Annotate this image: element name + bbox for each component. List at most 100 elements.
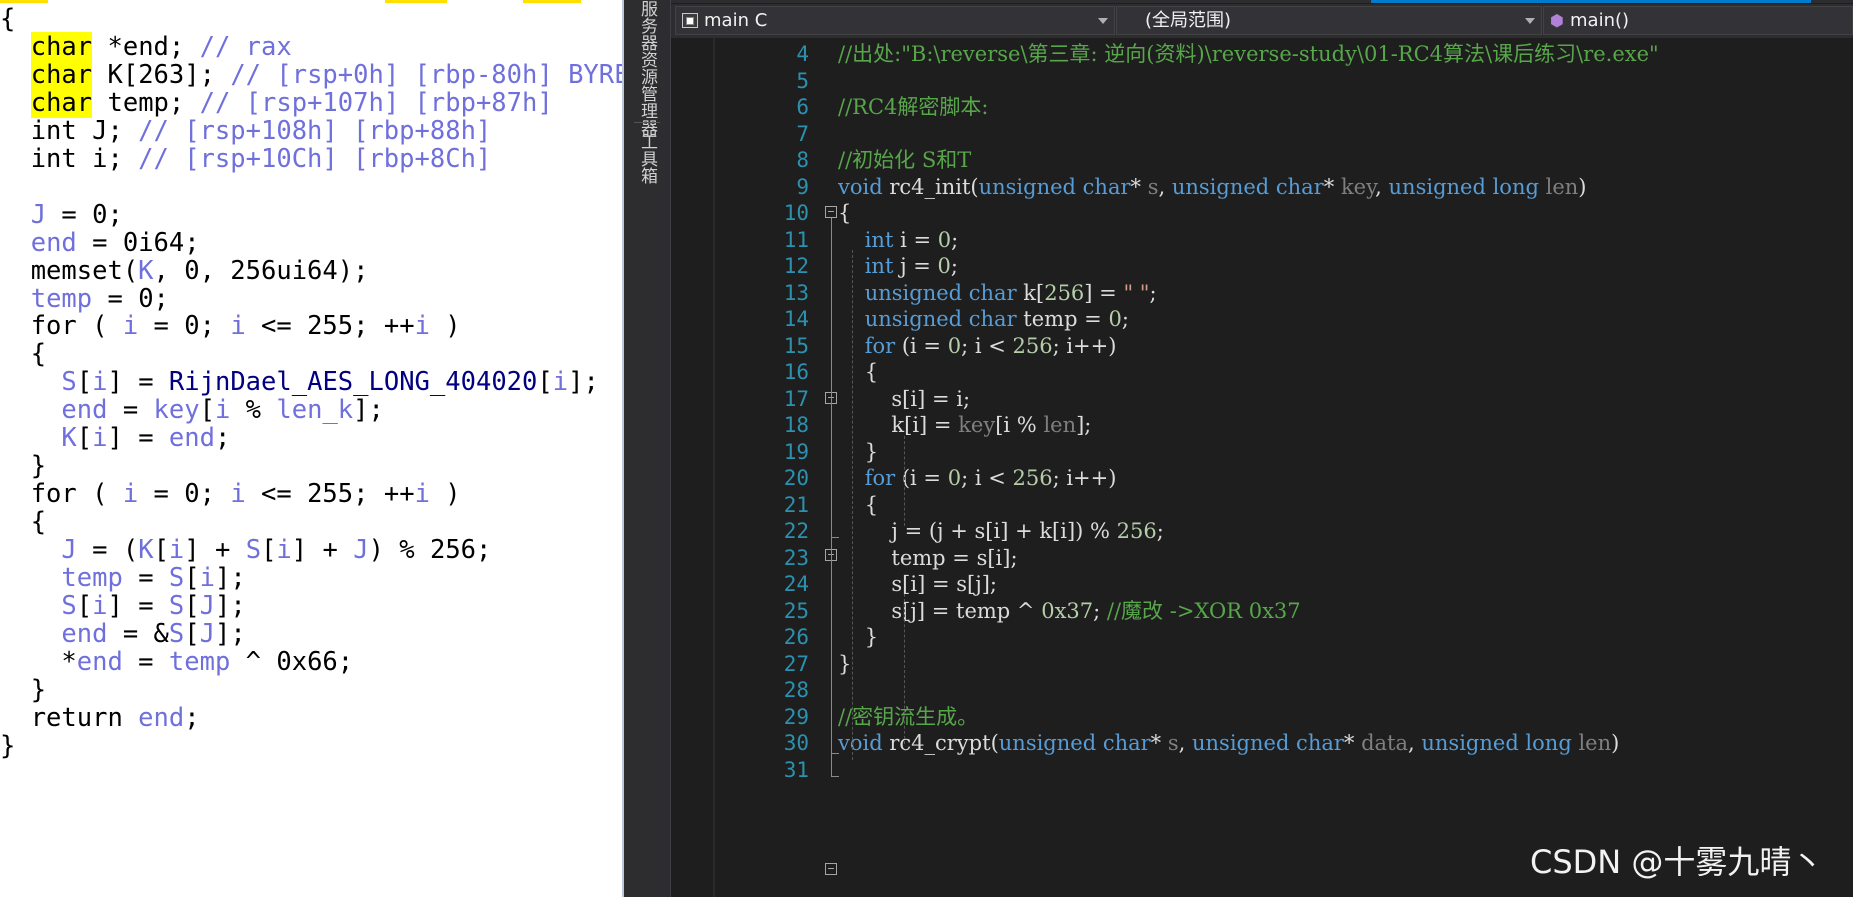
- code-token: ;: [1149, 280, 1157, 305]
- code-token: unsigned long: [1388, 174, 1539, 199]
- code-token: {: [0, 507, 47, 538]
- code-token: len_k: [276, 395, 354, 426]
- code-token: key: [958, 413, 996, 437]
- collapse-icon[interactable]: [825, 863, 837, 875]
- code-token: %: [230, 395, 277, 426]
- code-token: char: [30, 87, 93, 118]
- code-token: 0: [1108, 307, 1122, 331]
- line-number: 16: [783, 360, 809, 384]
- code-token: len: [1043, 413, 1077, 437]
- scope-dropdown[interactable]: (全局范围): [1116, 6, 1542, 35]
- code-token: memset(: [0, 255, 139, 286]
- code-token: 256: [1012, 333, 1053, 358]
- vs-code-editor[interactable]: main C (全局范围) ⬢ main() 4 //出处:"B:\reverse…: [671, 0, 1853, 897]
- code-token: data: [1361, 731, 1409, 755]
- code-token: unsigned char: [978, 174, 1131, 199]
- code-token: K: [138, 535, 154, 566]
- code-token: temp;: [92, 87, 200, 118]
- code-token: //初始化 S和T: [838, 148, 972, 172]
- code-token: }: [0, 451, 47, 482]
- line-number: 23: [783, 545, 809, 570]
- code-token: 256: [1044, 280, 1085, 305]
- code-token: ; i <: [961, 333, 1013, 358]
- code-token: ) % 256;: [368, 535, 492, 566]
- method-cube-icon: ⬢: [1550, 11, 1564, 30]
- code-token: j = (j + s[i] + k[i]) %: [838, 519, 1117, 543]
- code-token: temp: [168, 646, 231, 677]
- server-explorer-tab[interactable]: 服务器资源管理器: [636, 0, 658, 136]
- code-token: // [rsp+0h] [rbp-80h] BYREF: [230, 59, 624, 90]
- code-token: ; i++): [1052, 466, 1117, 490]
- code-token: key: [153, 395, 200, 426]
- code-token: RijnDael_AES_LONG_404020: [168, 367, 538, 398]
- code-token: i: [414, 479, 430, 510]
- code-token: }: [0, 674, 47, 705]
- collapse-icon[interactable]: [825, 206, 837, 218]
- code-token: i: [230, 479, 246, 510]
- line-number: 29: [783, 704, 809, 729]
- code-token: ] +: [291, 535, 354, 566]
- code-token: ];: [1076, 413, 1092, 437]
- ida-code-line: return end;: [0, 702, 200, 735]
- project-dropdown[interactable]: main C: [675, 6, 1115, 35]
- code-line: for (i = 0; i < 256; i++): [838, 464, 1117, 492]
- member-dropdown[interactable]: ⬢ main(): [1543, 6, 1853, 35]
- code-token: 0: [937, 254, 951, 278]
- code-token: = 0;: [92, 283, 169, 314]
- line-number: 19: [783, 439, 809, 464]
- line-number: 17: [783, 386, 809, 411]
- code-token: ; i <: [961, 466, 1013, 490]
- code-token: i: [122, 311, 139, 342]
- fold-region-line: [831, 561, 832, 753]
- code-token: unsigned long: [1421, 731, 1572, 755]
- code-token: // [rsp+108h] [rbp+88h]: [138, 115, 492, 146]
- line-number: 25: [783, 598, 809, 623]
- code-line: for (i = 0; i < 256; i++): [838, 332, 1117, 360]
- code-token: ): [1578, 174, 1587, 199]
- code-token: i: [230, 311, 246, 342]
- line-number: 15: [783, 333, 809, 358]
- code-token: S: [61, 590, 77, 621]
- code-line: s[i] = s[j];: [838, 570, 997, 598]
- line-number: 9: [796, 174, 809, 199]
- line-number: 14: [783, 307, 809, 331]
- code-line: unsigned char k[256] = " ";: [838, 279, 1157, 307]
- code-line: //RC4解密脚本:: [838, 93, 988, 121]
- toolbox-tab[interactable]: 工具箱: [636, 133, 658, 184]
- code-token: //出处:"B:\reverse\第三章: 逆向(资料)\reverse-stu…: [838, 42, 1659, 66]
- code-token: j =: [893, 254, 938, 278]
- code-token: char: [30, 31, 93, 62]
- code-token: temp: [61, 563, 123, 593]
- code-token: ; i++): [1052, 333, 1117, 358]
- code-token: *: [1343, 731, 1362, 755]
- code-token: ): [1611, 731, 1620, 755]
- member-label: main(): [1570, 10, 1630, 31]
- code-token: end: [76, 646, 123, 677]
- code-token: ] +: [184, 535, 246, 566]
- ida-pseudocode-pane[interactable]: { char *end; // rax char K[263]; // [rsp…: [0, 0, 624, 897]
- project-icon: [682, 13, 698, 28]
- code-token: unsigned char: [864, 280, 1017, 305]
- code-token: // [rsp+107h] [rbp+87h]: [199, 87, 553, 118]
- code-token: k[i] =: [838, 413, 959, 437]
- gutter-edge: [713, 38, 715, 897]
- line-number: 27: [783, 651, 809, 676]
- ida-code-line: int i; // [rsp+10Ch] [rbp+8Ch]: [0, 143, 492, 176]
- code-token: 0x37: [1041, 598, 1094, 623]
- code-token: J: [199, 618, 215, 649]
- active-tab-accent: [1371, 0, 1811, 3]
- code-line: }: [838, 650, 851, 678]
- code-token: J: [30, 199, 47, 230]
- code-token: rc4_init: [882, 174, 971, 199]
- code-token: ];: [215, 590, 246, 621]
- code-token: ];: [568, 367, 599, 398]
- code-line: }: [838, 623, 878, 651]
- code-token: //魔改 ->XOR 0x37: [1106, 598, 1301, 623]
- code-line: s[i] = i;: [838, 385, 970, 413]
- code-token: " ": [1123, 280, 1150, 305]
- code-line: {: [838, 491, 878, 519]
